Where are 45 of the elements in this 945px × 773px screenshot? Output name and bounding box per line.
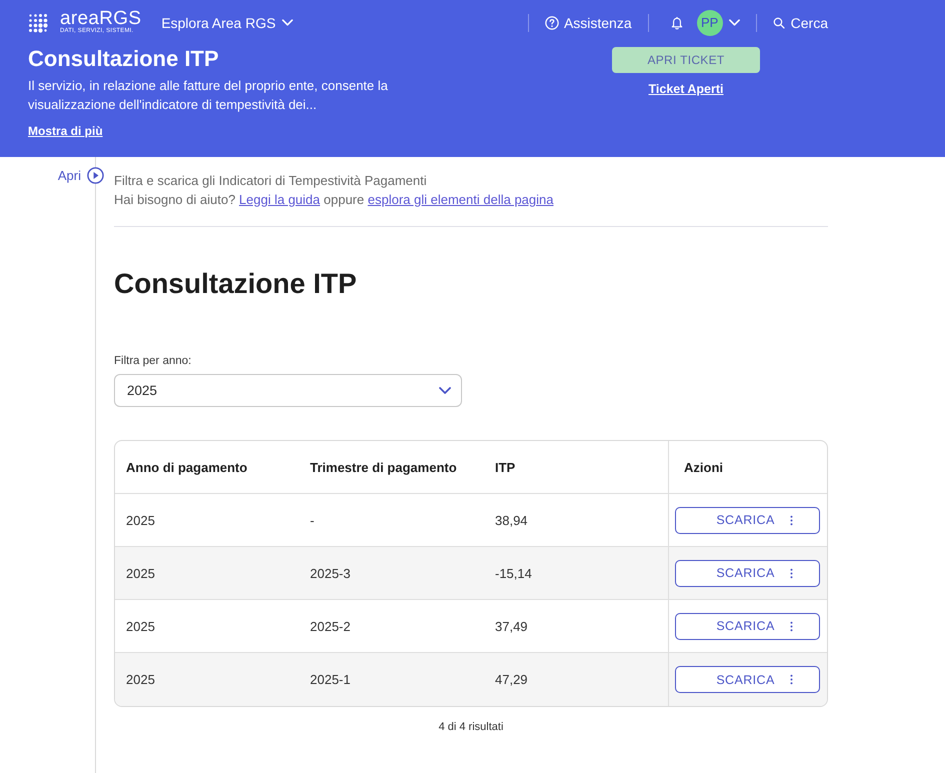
service-title: Consultazione ITP	[28, 46, 220, 72]
results-count: 4 di 4 risultati	[438, 720, 504, 734]
vertical-dots-icon	[790, 674, 793, 685]
chevron-down-icon	[282, 19, 293, 26]
help-link[interactable]: esplora gli elementi della pagina	[368, 192, 554, 207]
table-cell: 47,29	[484, 653, 668, 706]
download-button[interactable]: SCARICA	[675, 612, 820, 640]
help-text: Hai bisogno di aiuto? Leggi la guida oppure esplora gli elementi della pagina	[114, 191, 554, 209]
download-button[interactable]: SCARICA	[675, 666, 820, 693]
vertical-dots-icon	[790, 620, 793, 632]
service-description: Il servizio, in relazione alle fatture del proprio ente, consente la visualizzazione dell'indicatore di tempestività dei...	[28, 77, 389, 114]
bell-icon[interactable]	[670, 16, 683, 30]
table-cell: 2025-3	[299, 547, 484, 600]
chevron-down-icon[interactable]	[728, 19, 740, 26]
play-circle-icon	[87, 167, 104, 184]
search-icon	[772, 16, 785, 28]
open-tickets-link[interactable]: Ticket Aperti	[648, 81, 724, 97]
download-button[interactable]: SCARICA	[675, 560, 820, 586]
column-header: Azioni	[668, 441, 827, 494]
open-ticket-button[interactable]: APRI TICKET	[612, 47, 760, 73]
column-header: Trimestre di pagamento	[299, 441, 484, 494]
question-circle-icon	[544, 16, 559, 30]
column-header: ITP	[484, 441, 668, 494]
help-link[interactable]: Assistenza	[544, 14, 632, 30]
show-more-link[interactable]: Mostra di più	[28, 123, 103, 139]
page-title: Consultazione ITP	[114, 267, 357, 301]
vertical-dots-icon	[790, 514, 793, 526]
table-cell: 2025	[115, 653, 299, 706]
vertical-dots-icon	[790, 568, 793, 578]
column-header: Anno di pagamento	[115, 441, 299, 494]
year-select[interactable]: 2025	[114, 374, 462, 407]
user-avatar[interactable]: PP	[696, 10, 723, 36]
explore-menu-button[interactable]: Esplora Area RGS	[161, 14, 293, 30]
table-cell: 2025	[115, 547, 299, 600]
table-cell: 2025-1	[299, 653, 484, 706]
download-button[interactable]: SCARICA	[675, 506, 820, 534]
search-button[interactable]: Cerca	[772, 14, 828, 30]
logo-wordmark: areaRGS	[60, 10, 142, 27]
intro-text: Filtra e scarica gli Indicatori di Tempestività Pagamenti	[114, 172, 427, 190]
dot-grid-logo-icon	[28, 12, 48, 32]
filter-label: Filtra per anno:	[114, 354, 192, 368]
help-link[interactable]: Leggi la guida	[239, 192, 320, 207]
chevron-down-icon	[439, 387, 451, 394]
side-panel-toggle[interactable]: Apri	[58, 167, 104, 184]
table-cell: -15,14	[484, 547, 668, 600]
